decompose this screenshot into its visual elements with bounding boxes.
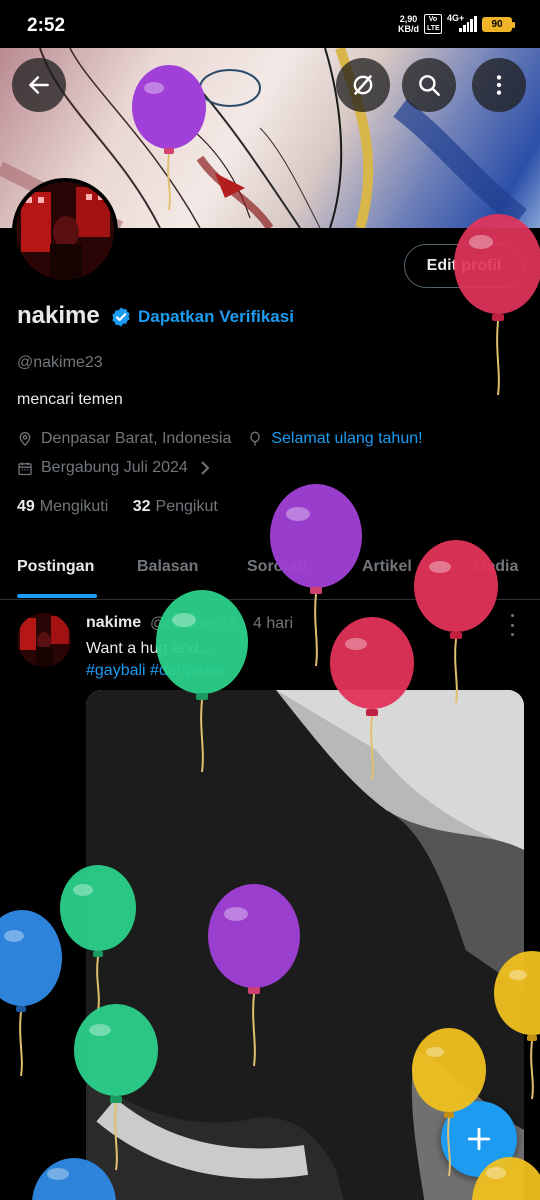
birthday-link[interactable]: Selamat ulang tahun! [271, 430, 422, 448]
compose-button[interactable] [441, 1101, 517, 1177]
status-indicators: 2,90 KB/d Vo LTE 4G+ 90 [398, 13, 515, 34]
arrow-left-icon [29, 76, 49, 94]
balloon-icon [247, 430, 263, 448]
location-icon [17, 430, 33, 448]
profile-handle: @nakime23 [17, 354, 103, 371]
profile-avatar[interactable] [12, 178, 118, 284]
signal-icon: 4G+ [447, 13, 477, 32]
post-author-name[interactable]: nakime [86, 614, 141, 632]
profile-location: Denpasar Barat, Indonesia [41, 430, 232, 447]
search-icon [419, 75, 440, 96]
get-verified-link[interactable]: Dapatkan Verifikasi [138, 307, 294, 327]
tab-artikel[interactable]: Artikel [362, 558, 412, 576]
back-button[interactable] [12, 58, 66, 112]
follow-stats: 49 Mengikuti 32 Pengikut [17, 498, 218, 516]
verified-badge-icon [112, 307, 130, 327]
post-author-handle[interactable]: @nakime23 [150, 615, 236, 633]
battery-icon: 90 [482, 16, 515, 32]
network-speed: 2,90 KB/d [398, 14, 419, 34]
avatar-image [16, 182, 114, 280]
balloon-decoration [454, 214, 540, 396]
status-bar: 2:52 2,90 KB/d Vo LTE 4G+ 90 [0, 0, 540, 48]
profile-bio: mencari temen [17, 391, 123, 408]
following-link[interactable]: 49 Mengikuti [17, 498, 108, 515]
search-button[interactable] [402, 58, 456, 112]
profile-joined: Bergabung Juli 2024 [41, 459, 188, 476]
volte-icon: Vo LTE [424, 14, 442, 34]
tab-sorotan[interactable]: Sorotan [247, 558, 307, 576]
post-hashtags[interactable]: #gaybali #denpasar [86, 662, 226, 680]
profile-tabs: Postingan Balasan Sorotan Artikel Media [0, 548, 540, 600]
profile-meta-row: Denpasar Barat, Indonesia Selamat ulang … [17, 430, 423, 448]
chevron-right-icon [200, 460, 210, 476]
post-more-icon[interactable] [505, 614, 519, 636]
profile-name: nakime [17, 302, 100, 329]
status-time: 2:52 [27, 15, 66, 36]
edit-profile-button[interactable]: Edit profil [404, 244, 524, 288]
post-text: Want a hug and... [86, 640, 212, 657]
tab-postingan[interactable]: Postingan [17, 558, 94, 576]
more-button[interactable] [472, 58, 526, 112]
tab-media[interactable]: Media [473, 558, 518, 576]
active-tab-indicator [17, 594, 97, 598]
plus-icon [467, 1127, 491, 1151]
post-avatar[interactable] [17, 613, 71, 667]
grok-button[interactable] [336, 58, 390, 112]
more-vertical-icon [496, 75, 502, 95]
tab-balasan[interactable]: Balasan [137, 558, 198, 576]
calendar-icon [17, 460, 33, 477]
post-timestamp: 4 hari [253, 615, 294, 632]
profile-joined-row[interactable]: Bergabung Juli 2024 [17, 459, 218, 477]
grok-icon [353, 74, 373, 96]
balloon-decoration [0, 910, 62, 1077]
followers-link[interactable]: 32 Pengikut [133, 498, 218, 515]
